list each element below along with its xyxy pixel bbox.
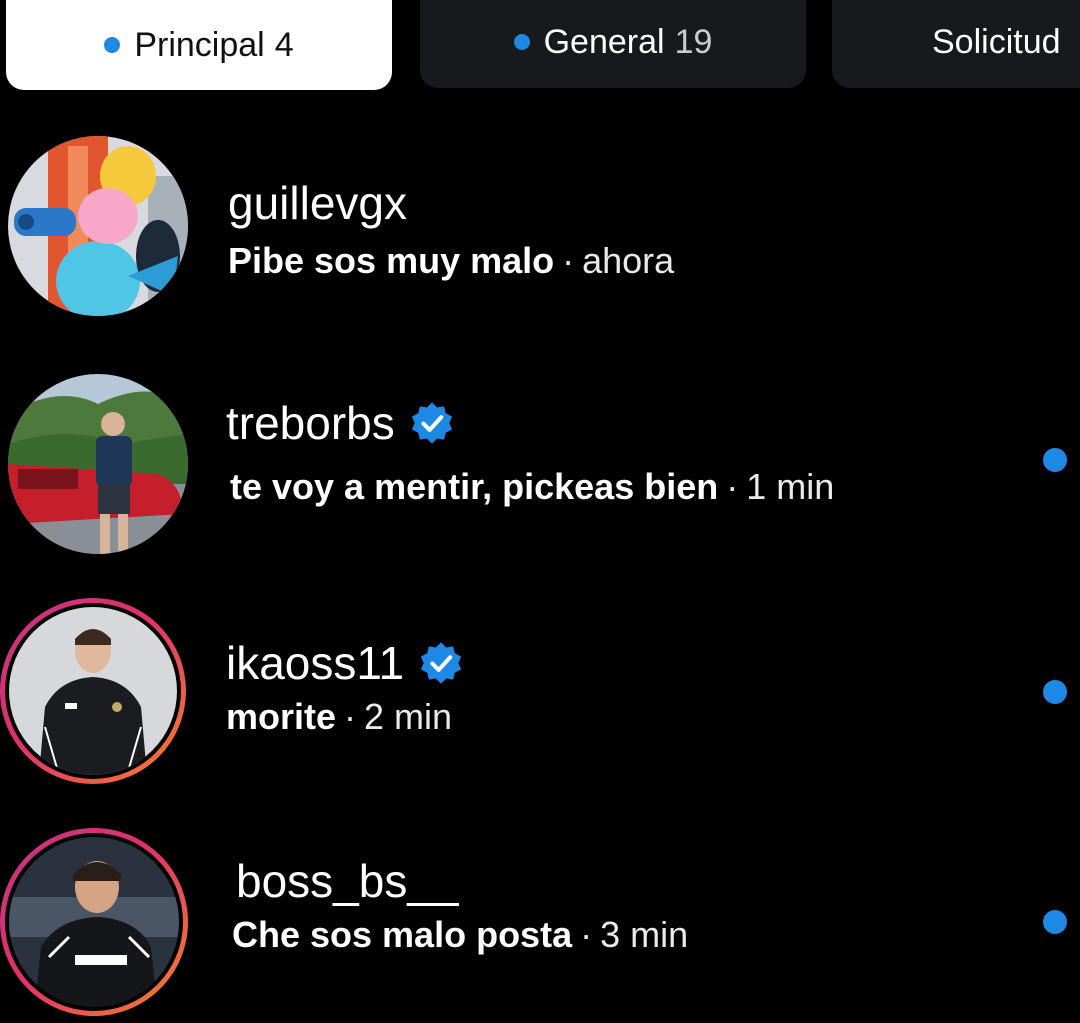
thread-time: 2 min (364, 696, 453, 737)
thread-username: treborbs (226, 397, 395, 449)
tab-label: Solicitud (932, 22, 1061, 61)
avatar-image-icon (8, 136, 188, 316)
verified-badge-icon (421, 642, 462, 684)
thread-preview: te voy a mentir, pickeas bien · 1 min (230, 466, 834, 508)
avatar-image-icon (9, 837, 179, 1007)
thread-message: te voy a mentir, pickeas bien (230, 466, 719, 507)
separator: · (562, 240, 575, 281)
thread-row-ikaoss11[interactable]: ikaoss11 morite · 2 min (0, 598, 1080, 798)
avatar-image-icon (9, 607, 177, 775)
tab-label: General (543, 22, 665, 61)
avatar[interactable] (8, 136, 188, 316)
separator: · (580, 914, 593, 955)
thread-message: Che sos malo posta (232, 914, 573, 955)
tab-count: 19 (674, 22, 713, 61)
tab-general[interactable]: General 19 (420, 0, 806, 88)
avatar[interactable] (9, 837, 179, 1007)
thread-row-guillevgx[interactable]: guillevgx Pibe sos muy malo · ahora (0, 128, 1080, 328)
thread-username-line: boss_bs__ (236, 854, 459, 908)
thread-time: 3 min (600, 914, 689, 955)
thread-time: 1 min (746, 466, 835, 507)
unread-dot-icon (1043, 680, 1067, 704)
thread-row-treborbs[interactable]: treborbs te voy a mentir, pickeas bien · 1… (0, 366, 1080, 566)
thread-message: morite (226, 696, 337, 737)
direct-messages-screen: Principal 4 General 19 Solicitud guillev… (0, 0, 1080, 1023)
thread-username: ikaoss11 (226, 637, 405, 689)
new-activity-dot-icon (513, 34, 530, 50)
thread-preview: Che sos malo posta · 3 min (232, 914, 688, 956)
thread-row-boss-bs[interactable]: boss_bs__ Che sos malo posta · 3 min (0, 828, 1080, 1023)
avatar[interactable] (8, 374, 188, 554)
avatar-image-icon (8, 374, 188, 554)
avatar[interactable] (9, 607, 177, 775)
tab-principal[interactable]: Principal 4 (6, 0, 392, 90)
verified-badge-icon (411, 402, 452, 444)
separator: · (726, 466, 739, 507)
tab-count: 4 (274, 25, 294, 64)
tab-label: Principal (134, 25, 265, 64)
thread-preview: Pibe sos muy malo · ahora (228, 240, 674, 282)
unread-dot-icon (1043, 448, 1067, 472)
thread-username: guillevgx (228, 177, 407, 229)
thread-username-line: treborbs (226, 396, 455, 450)
thread-username-line: guillevgx (228, 176, 407, 230)
tab-solicitud[interactable]: Solicitud (832, 0, 1080, 88)
separator: · (344, 696, 357, 737)
new-activity-dot-icon (104, 37, 121, 53)
thread-username: boss_bs__ (236, 855, 459, 907)
thread-preview: morite · 2 min (226, 696, 452, 738)
thread-username-line: ikaoss11 (226, 636, 464, 690)
thread-time: ahora (582, 240, 675, 281)
unread-dot-icon (1043, 910, 1067, 934)
thread-message: Pibe sos muy malo (228, 240, 555, 281)
